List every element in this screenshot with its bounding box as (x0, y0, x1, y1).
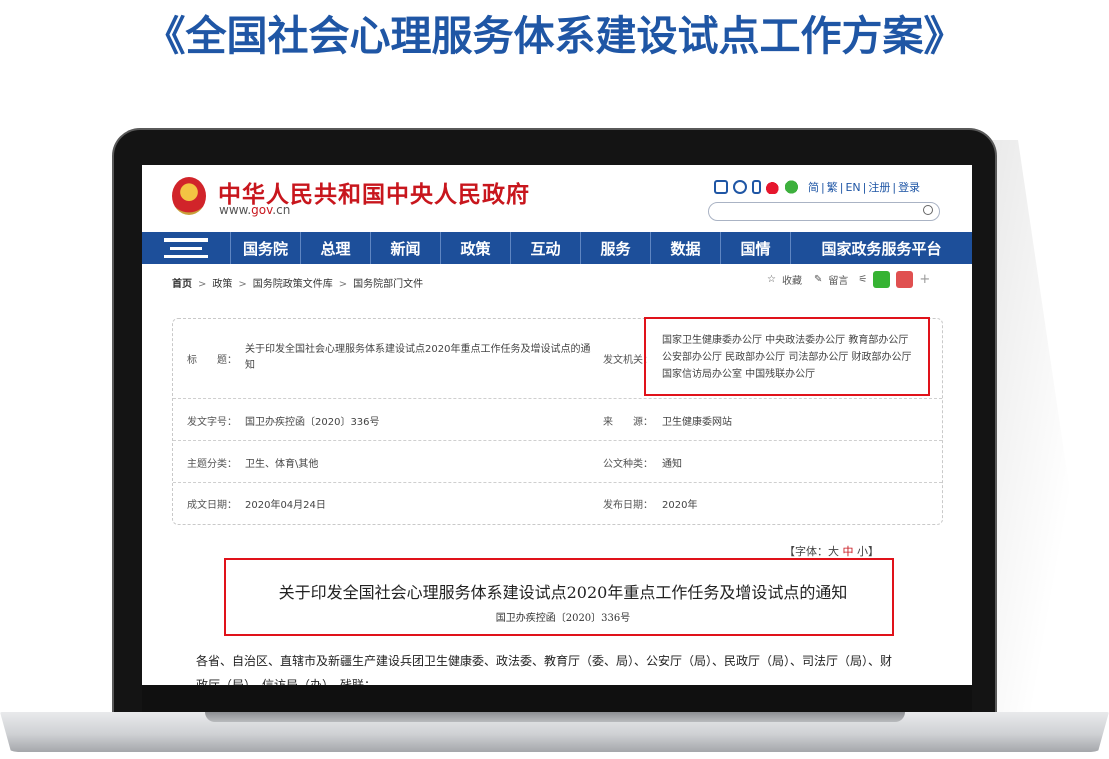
breadcrumb-separator: > (198, 279, 207, 290)
row-divider (173, 440, 942, 441)
page-headline: 《全国社会心理服务体系建设试点工作方案》 (144, 12, 965, 60)
site-url: www.gov.cn (219, 203, 290, 217)
breadcrumb-separator: > (338, 279, 348, 290)
title-label: 标 题： (187, 355, 237, 366)
share-bar: ☆ 收藏 ✎ 留言 ⚟ + (767, 271, 930, 288)
search-input[interactable] (708, 202, 940, 221)
url-suffix: .cn (272, 203, 291, 217)
nav-item-news[interactable]: 新闻 (370, 232, 440, 264)
weibo-share-icon[interactable] (896, 271, 914, 288)
star-icon[interactable]: ☆ (767, 274, 776, 285)
breadcrumb: 首页 > 政策 > 国务院政策文件库 > 国务院部门文件 (172, 275, 423, 290)
pencil-icon[interactable]: ✎ (814, 274, 822, 285)
nav-home[interactable] (142, 232, 230, 264)
url-prefix: www. (219, 203, 252, 217)
breadcrumb-separator: > (238, 279, 247, 290)
breadcrumb-library[interactable]: 国务院政策文件库 (253, 279, 333, 290)
nav-item-interaction[interactable]: 互动 (510, 232, 580, 264)
body-line: 政厅（局）、信访局（办）、残联： (196, 678, 377, 685)
source-label: 来 源： (603, 417, 653, 428)
type-label: 公文种类： (603, 459, 653, 470)
tiananmen-icon (164, 238, 208, 258)
body-line: 各省、自治区、直辖市及新疆生产建设兵团卫生健康委、政法委、教育厅（委、局）、公安… (196, 654, 893, 668)
breadcrumb-policy[interactable]: 政策 (212, 279, 232, 290)
font-size-large[interactable]: 大 (828, 545, 839, 558)
mobile-icon[interactable] (752, 180, 761, 194)
document-body: 各省、自治区、直辖市及新疆生产建设兵团卫生健康委、政法委、教育厅（委、局）、公安… (196, 649, 956, 685)
laptop-notch (205, 712, 905, 722)
font-size-small[interactable]: 小 (857, 545, 868, 558)
breadcrumb-department[interactable]: 国务院部门文件 (353, 279, 423, 290)
link-simplified[interactable]: 简 (808, 181, 819, 194)
date-label: 成文日期： (187, 500, 237, 511)
link-english[interactable]: EN (845, 181, 860, 194)
category-value: 卫生、体育\其他 (245, 459, 319, 470)
issuer-highlight-box (644, 317, 930, 396)
at-icon[interactable] (733, 180, 747, 194)
more-share-button[interactable]: + (919, 272, 930, 287)
category-label: 主题分类： (187, 459, 237, 470)
link-login[interactable]: 登录 (898, 181, 920, 194)
wechat-share-icon[interactable] (873, 271, 891, 288)
nav-item-state-council[interactable]: 国务院 (230, 232, 300, 264)
url-domain: gov (251, 203, 273, 217)
link-register[interactable]: 注册 (868, 181, 890, 194)
share-icon[interactable]: ⚟ (858, 274, 867, 285)
pub-date-value: 2020年 (662, 500, 698, 511)
search-icon[interactable] (923, 205, 933, 215)
wechat-icon[interactable] (785, 180, 801, 194)
weibo-icon[interactable] (766, 180, 780, 194)
laptop-screen: 中华人民共和国中央人民政府 www.gov.cn 简 | 繁 | EN | 注册 | 登录 国务… (142, 165, 972, 685)
nav-item-data[interactable]: 数据 (650, 232, 720, 264)
font-size-control: 【字体：大 中 小】 (784, 543, 879, 559)
document-number: 国卫办疾控函〔2020〕336号 (495, 613, 631, 624)
row-divider (173, 482, 942, 483)
document-title: 关于印发全国社会心理服务体系建设试点2020年重点工作任务及增设试点的通知 (278, 583, 848, 602)
docno-value: 国卫办疾控函〔2020〕336号 (245, 417, 380, 428)
font-size-prefix: 【字体： (784, 545, 828, 558)
date-value: 2020年04月24日 (245, 500, 326, 511)
row-divider (173, 398, 942, 399)
source-value: 卫生健康委网站 (662, 417, 732, 428)
mail-icon[interactable] (714, 180, 728, 194)
nav-item-service-platform[interactable]: 国家政务服务平台 (790, 232, 972, 264)
breadcrumb-home[interactable]: 首页 (172, 279, 192, 290)
main-nav: 国务院 总理 新闻 政策 互动 服务 数据 国情 国家政务服务平台 (142, 232, 972, 264)
nav-item-premier[interactable]: 总理 (300, 232, 370, 264)
nav-item-policy[interactable]: 政策 (440, 232, 510, 264)
comment-link[interactable]: 留言 (828, 272, 848, 287)
top-links: 简 | 繁 | EN | 注册 | 登录 (808, 181, 921, 194)
docno-label: 发文字号： (187, 417, 237, 428)
font-size-medium[interactable]: 中 (843, 545, 854, 558)
top-toolbar: 简 | 繁 | EN | 注册 | 登录 (714, 179, 922, 195)
link-traditional[interactable]: 繁 (827, 181, 838, 194)
title-value: 关于印发全国社会心理服务体系建设试点2020年重点工作任务及增设试点的通知 (245, 344, 591, 371)
national-emblem-icon[interactable] (172, 177, 206, 215)
font-size-suffix: 】 (868, 545, 879, 558)
favorite-link[interactable]: 收藏 (782, 272, 802, 287)
nav-item-national-info[interactable]: 国情 (720, 232, 790, 264)
laptop-bottom-bezel (142, 685, 972, 712)
type-value: 通知 (662, 459, 682, 470)
nav-item-service[interactable]: 服务 (580, 232, 650, 264)
pub-date-label: 发布日期： (603, 500, 653, 511)
